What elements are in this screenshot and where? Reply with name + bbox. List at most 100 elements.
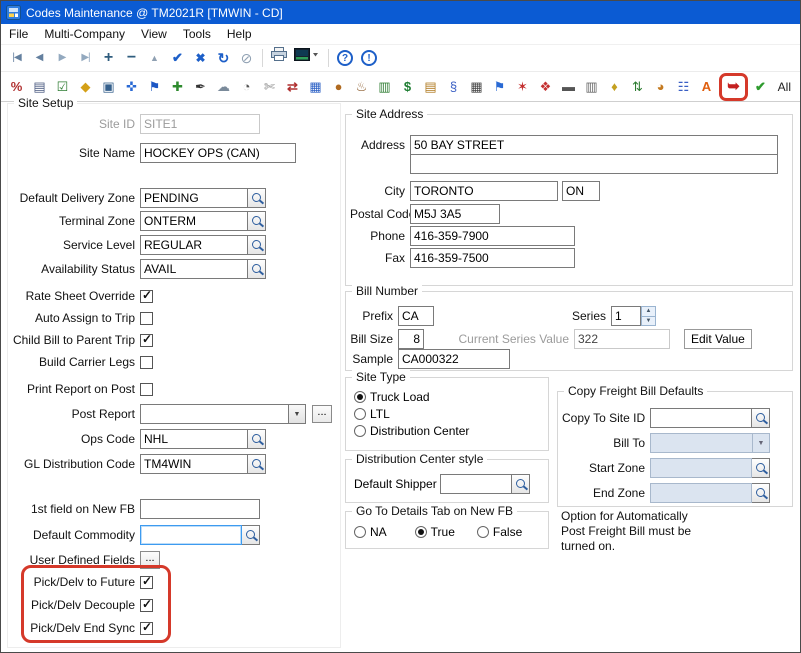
first-field-new-fb-field[interactable] bbox=[140, 499, 260, 519]
default-shipper-field[interactable] bbox=[440, 474, 512, 494]
gl-distribution-code-lookup-button[interactable] bbox=[248, 454, 266, 474]
menu-tools[interactable]: Tools bbox=[175, 27, 219, 41]
cup-icon[interactable]: ♨ bbox=[350, 76, 373, 98]
app-icon[interactable] bbox=[6, 5, 21, 20]
child-bill-to-parent-trip-checkbox[interactable] bbox=[140, 334, 153, 347]
terminal-zone-field[interactable]: ONTERM bbox=[140, 211, 248, 231]
abort-icon[interactable]: ⊘ bbox=[235, 46, 258, 70]
pen-icon[interactable]: ✒ bbox=[189, 76, 212, 98]
bill-size-field[interactable]: 8 bbox=[398, 329, 424, 349]
postal-code-field[interactable]: M5J 3A5 bbox=[410, 204, 500, 224]
print-icon[interactable] bbox=[267, 46, 290, 70]
availability-status-field[interactable]: AVAIL bbox=[140, 259, 248, 279]
series-spinner[interactable]: ▲▼ bbox=[641, 306, 656, 326]
add-truck-icon[interactable]: ✚ bbox=[166, 76, 189, 98]
filter-all[interactable]: All bbox=[778, 80, 791, 94]
calendar-icon[interactable]: ▦ bbox=[304, 76, 327, 98]
auto-assign-to-trip-checkbox[interactable] bbox=[140, 312, 153, 325]
percent-icon[interactable]: % bbox=[5, 76, 28, 98]
start-zone-field[interactable] bbox=[650, 458, 752, 478]
post-report-ellipsis-button[interactable]: ... bbox=[312, 405, 332, 423]
phone-field[interactable]: 416-359-7900 bbox=[410, 226, 575, 246]
about-icon[interactable]: ! bbox=[361, 50, 377, 66]
scissors-icon[interactable]: ✄ bbox=[258, 76, 281, 98]
site-name-field[interactable]: HOCKEY OPS (CAN) bbox=[140, 143, 296, 163]
abacus-icon[interactable]: ☷ bbox=[672, 76, 695, 98]
default-delivery-zone-field[interactable]: PENDING bbox=[140, 188, 248, 208]
ops-code-lookup-button[interactable] bbox=[248, 429, 266, 449]
rate-sheet-override-checkbox[interactable] bbox=[140, 290, 153, 303]
copy-to-site-id-field[interactable] bbox=[650, 408, 752, 428]
palette-icon[interactable]: ◕ bbox=[649, 76, 672, 98]
user-defined-fields-button[interactable]: ... bbox=[140, 551, 160, 569]
help-icon[interactable]: ? bbox=[337, 50, 353, 66]
fax-field[interactable]: 416-359-7500 bbox=[410, 248, 575, 268]
menu-view[interactable]: View bbox=[133, 27, 175, 41]
default-shipper-lookup-button[interactable] bbox=[512, 474, 530, 494]
menu-multi-company[interactable]: Multi-Company bbox=[36, 27, 133, 41]
default-commodity-field[interactable] bbox=[140, 525, 242, 545]
copy-to-site-id-lookup-button[interactable] bbox=[752, 408, 770, 428]
ltl-radio[interactable] bbox=[354, 408, 366, 420]
cloud-icon[interactable]: ☁ bbox=[212, 76, 235, 98]
burst-icon[interactable]: ❖ bbox=[534, 76, 557, 98]
build-carrier-legs-checkbox[interactable] bbox=[140, 356, 153, 369]
grid-icon[interactable]: ▦ bbox=[465, 76, 488, 98]
star-red-icon[interactable]: ✶ bbox=[511, 76, 534, 98]
next-record-icon[interactable]: ▶ bbox=[51, 46, 74, 70]
barrel-icon[interactable]: ● bbox=[327, 76, 350, 98]
end-zone-field[interactable] bbox=[650, 483, 752, 503]
database-icon[interactable]: ▥ bbox=[580, 76, 603, 98]
goto-true-radio[interactable] bbox=[415, 526, 427, 538]
route-icon[interactable]: ⇅ bbox=[626, 76, 649, 98]
first-record-icon[interactable]: |◀ bbox=[5, 46, 28, 70]
bill-to-dropdown-button[interactable] bbox=[753, 433, 770, 453]
post-edit-icon[interactable]: ✔ bbox=[166, 46, 189, 70]
default-delivery-zone-lookup-button[interactable] bbox=[248, 188, 266, 208]
end-zone-lookup-button[interactable] bbox=[752, 483, 770, 503]
forms-icon[interactable]: ▤ bbox=[28, 76, 51, 98]
film-icon[interactable]: ▬ bbox=[557, 76, 580, 98]
pick-delv-end-sync-checkbox[interactable] bbox=[140, 622, 153, 635]
menu-help[interactable]: Help bbox=[219, 27, 260, 41]
checklist-icon[interactable]: ☑ bbox=[51, 76, 74, 98]
split-arrows-icon[interactable]: ⇄ bbox=[281, 76, 304, 98]
screen-dropdown-icon[interactable] bbox=[290, 46, 324, 70]
ledger-icon[interactable]: ▥ bbox=[373, 76, 396, 98]
print-report-on-post-checkbox[interactable] bbox=[140, 383, 153, 396]
money-icon[interactable]: $ bbox=[396, 76, 419, 98]
edit-record-icon[interactable]: ▲ bbox=[143, 46, 166, 70]
menu-file[interactable]: File bbox=[1, 27, 36, 41]
post-report-dropdown-button[interactable] bbox=[289, 404, 306, 424]
default-commodity-lookup-button[interactable] bbox=[242, 525, 260, 545]
check-green-icon[interactable]: ✔ bbox=[749, 76, 772, 98]
refresh-icon[interactable]: ↻ bbox=[212, 46, 235, 70]
start-zone-lookup-button[interactable] bbox=[752, 458, 770, 478]
pick-delv-to-future-checkbox[interactable] bbox=[140, 576, 153, 589]
post-report-field[interactable] bbox=[140, 404, 289, 424]
rates-icon[interactable]: § bbox=[442, 76, 465, 98]
titlebar[interactable]: Codes Maintenance @ TM2021R [TMWIN - CD] bbox=[1, 1, 800, 24]
availability-status-lookup-button[interactable] bbox=[248, 259, 266, 279]
gauge-icon[interactable]: ◔ bbox=[235, 76, 258, 98]
prior-record-icon[interactable]: ◀ bbox=[28, 46, 51, 70]
address-line2-field[interactable] bbox=[410, 154, 778, 174]
service-level-lookup-button[interactable] bbox=[248, 235, 266, 255]
book-icon[interactable]: ▤ bbox=[419, 76, 442, 98]
flag-blue-icon[interactable]: ⚑ bbox=[488, 76, 511, 98]
service-level-field[interactable]: REGULAR bbox=[140, 235, 248, 255]
pick-delv-decouple-checkbox[interactable] bbox=[140, 599, 153, 612]
distribution-center-radio[interactable] bbox=[354, 425, 366, 437]
safe-icon[interactable]: ◆ bbox=[74, 76, 97, 98]
edit-value-button[interactable]: Edit Value bbox=[684, 329, 752, 349]
redirect-arrow-icon[interactable]: ➥ bbox=[722, 76, 745, 98]
province-field[interactable]: ON bbox=[562, 181, 600, 201]
goto-na-radio[interactable] bbox=[354, 526, 366, 538]
copy-page-icon[interactable]: ▣ bbox=[97, 76, 120, 98]
terminal-zone-lookup-button[interactable] bbox=[248, 211, 266, 231]
address-line1-field[interactable]: 50 BAY STREET bbox=[410, 135, 778, 155]
flag-icon[interactable]: ⚑ bbox=[143, 76, 166, 98]
goto-false-radio[interactable] bbox=[477, 526, 489, 538]
last-record-icon[interactable]: ▶| bbox=[74, 46, 97, 70]
ops-code-field[interactable]: NHL bbox=[140, 429, 248, 449]
